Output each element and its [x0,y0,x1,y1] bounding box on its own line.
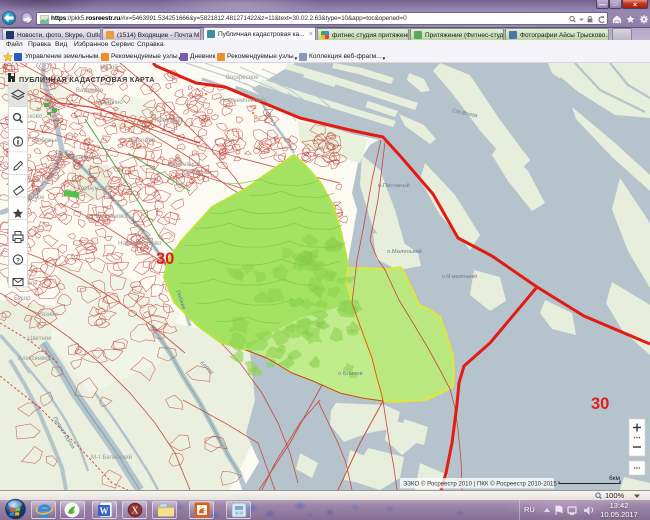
svg-text:Бусор: Бусор [14,296,31,302]
svg-text:Ямное: Ямное [26,195,45,201]
svg-text:Мазой: Мазой [100,64,118,71]
svg-text:Ватажное: Ватажное [76,88,104,94]
svg-text:Нововасильево: Нововасильево [118,241,162,247]
svg-text:Марфино: Марфино [96,100,123,106]
svg-text:100%: 100% [605,491,625,500]
svg-text:Разино: Разино [38,312,58,318]
svg-text:Барановка: Барановка [68,155,99,161]
svg-text:ПУБЛИЧНАЯ КАДАСТРОВАЯ КАРТА: ПУБЛИЧНАЯ КАДАСТРОВАЯ КАРТА [19,75,155,84]
svg-text:о.Маленький: о.Маленький [387,248,422,255]
svg-text:Лебяжье: Лебяжье [34,138,59,144]
svg-text:Цветное: Цветное [28,336,52,342]
svg-text:Воскресное: Воскресное [226,75,259,81]
svg-text:Алексеевка: Алексеевка [18,356,51,362]
svg-text:Калинино: Калинино [182,170,210,176]
svg-text:М-т Белинский: М-т Белинский [91,454,132,461]
svg-text:Гармуновка: Гармуновка [78,186,111,192]
svg-text:Новоземчиновка: Новоземчиновка [220,98,267,104]
svg-text:30: 30 [591,395,609,413]
svg-text:Мултаново: Мултаново [96,214,127,220]
svg-text:W: W [100,506,109,516]
svg-text:Каратаяр: Каратаяр [129,138,156,144]
svg-text:30: 30 [156,250,174,268]
svg-text:?: ? [16,257,20,264]
svg-text:Новошипка: Новошипка [152,118,184,124]
svg-text:о.Песчаный: о.Песчаный [378,182,410,189]
svg-text:6км: 6км [609,475,620,482]
svg-text:Нариманов: Нариманов [168,162,200,168]
svg-text:ЭЗКО © Росреестр 2010 | ПКК ©: ЭЗКО © Росреестр 2010 | ПКК © Росреестр … [403,481,557,488]
svg-text:X: X [131,506,139,517]
svg-text:о.М-маленький: о.М-маленький [442,273,477,280]
svg-text:о Блинов: о Блинов [338,371,363,377]
